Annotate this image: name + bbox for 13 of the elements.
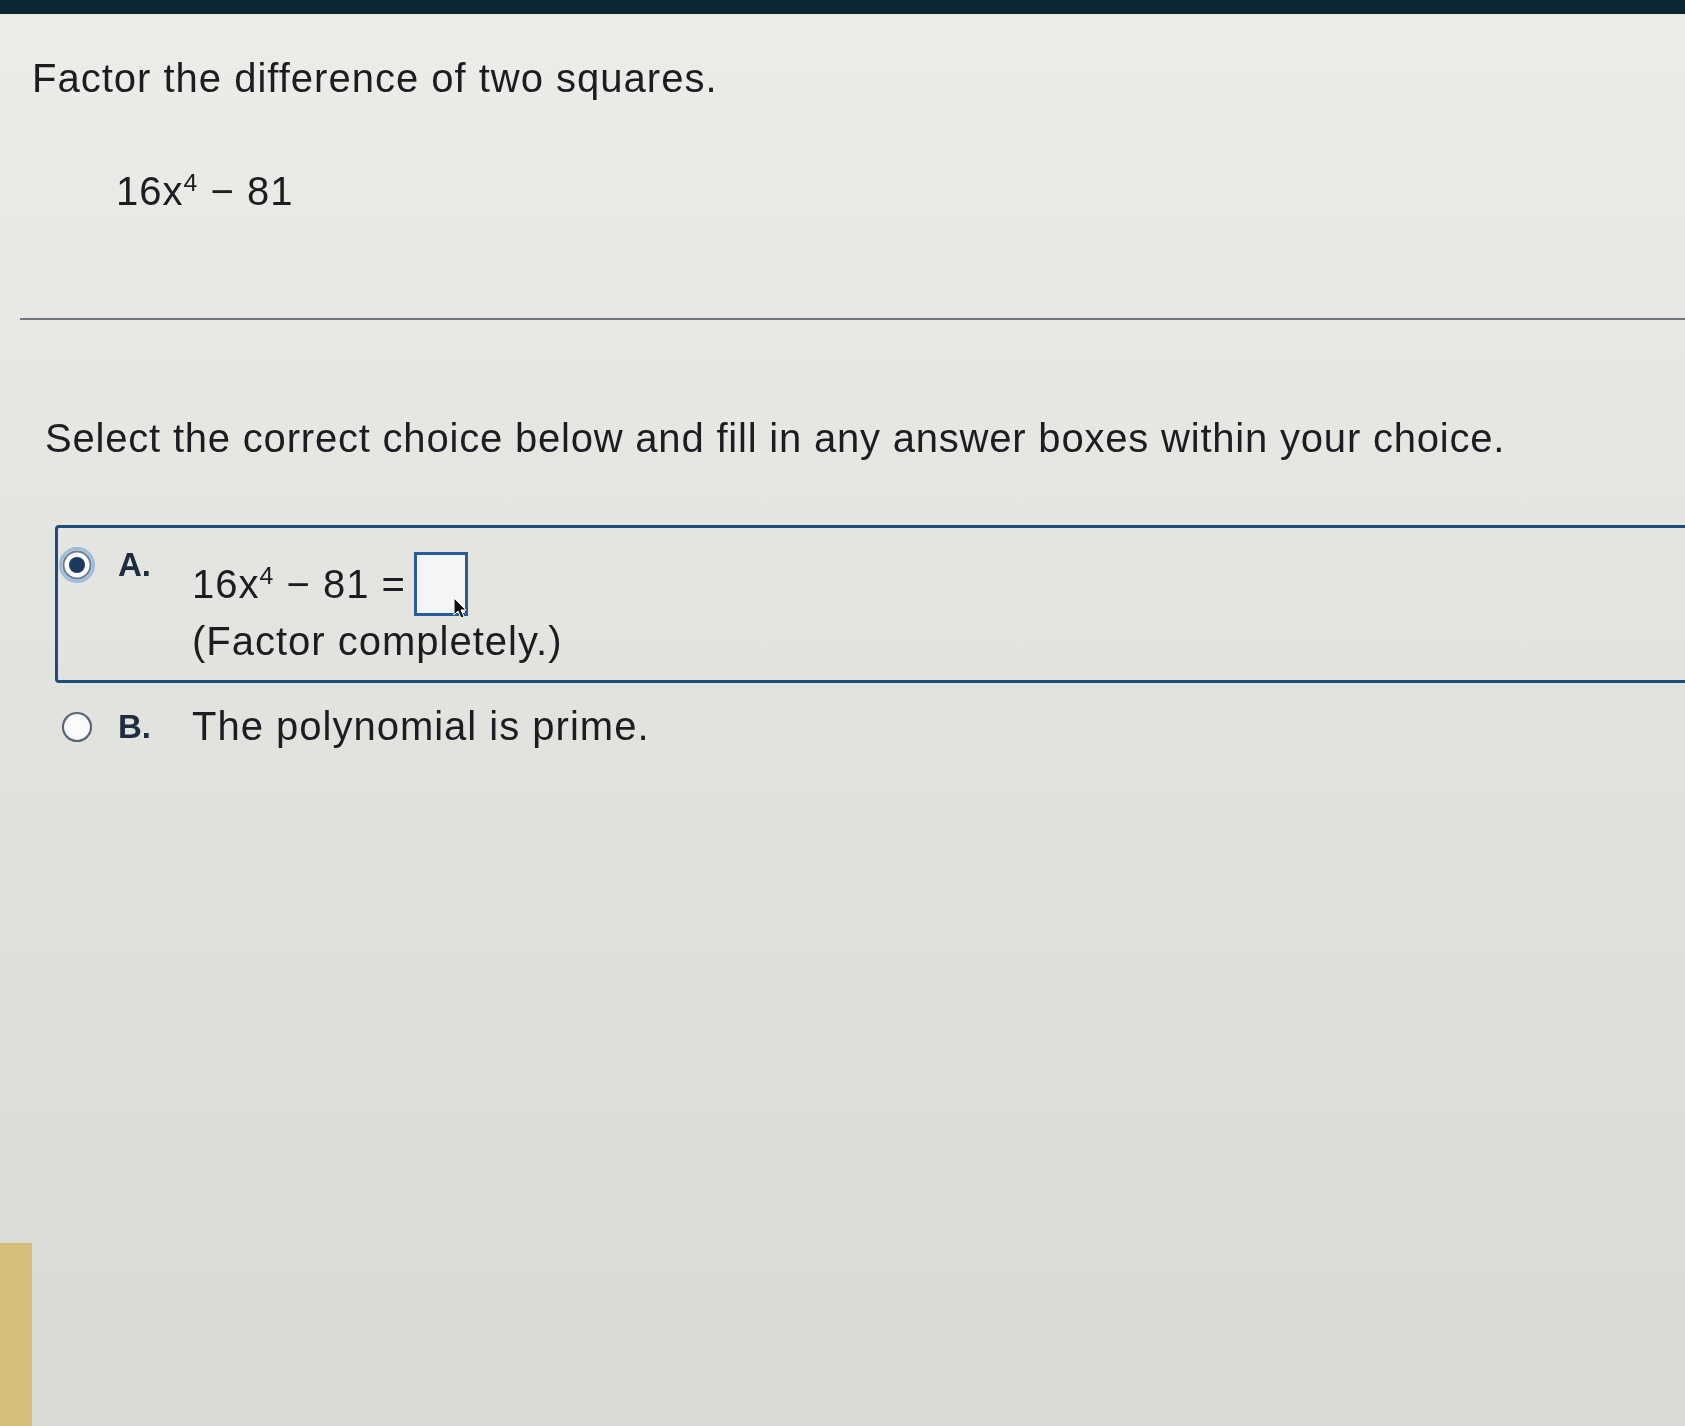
instruction-text: Select the correct choice below and fill in any answer boxes within your choice. (45, 416, 1507, 461)
answer-box[interactable] (413, 552, 468, 616)
radio-button[interactable] (59, 709, 95, 745)
math-expression: 16x$^{4}$ − 81 = (192, 561, 406, 607)
choice-frame[interactable]: A. 16x$^{4}$ − 81 = (Factor completely.) (55, 525, 1685, 683)
radio-button[interactable] (59, 547, 95, 583)
question-prompt: Factor the difference of two squares. (32, 56, 719, 101)
mouse-pointer-icon (452, 597, 467, 619)
choice-letter: B. (118, 709, 152, 745)
choice-letter: A. (118, 547, 152, 583)
choice-text: The polynomial is prime. (192, 704, 650, 749)
math-expression: 16x$^{4}$ − 81 (116, 169, 295, 214)
hint-text: (Factor completely.) (192, 619, 563, 664)
